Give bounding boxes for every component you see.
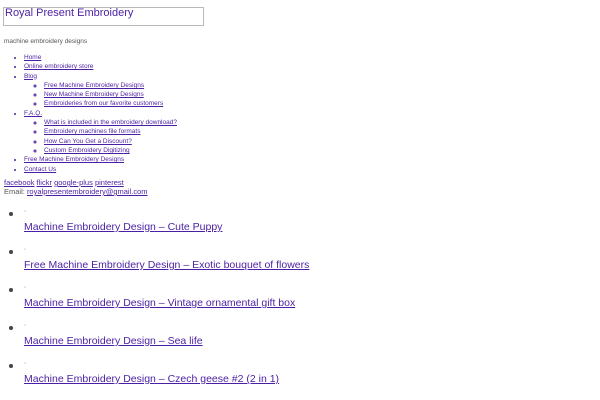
list-item: ◦ Machine Embroidery Design – Cute Puppy xyxy=(24,205,594,243)
faq-submenu: What is included in the embroidery downl… xyxy=(24,118,177,155)
submenu-item: How Can You Get a Discount? xyxy=(44,137,177,146)
post-title-link[interactable]: Machine Embroidery Design – Cute Puppy xyxy=(24,221,222,233)
post-title-link[interactable]: Machine Embroidery Design – Czech geese … xyxy=(24,373,279,385)
submenu-item: Embroideries from our favorite customers xyxy=(44,99,177,108)
nav-link-customer-embroideries[interactable]: Embroideries from our favorite customers xyxy=(44,100,163,107)
email-link[interactable]: royalpresentembroidery@gmail.com xyxy=(27,187,148,196)
contact-email-line: Email: royalpresentembroidery@gmail.com xyxy=(4,187,148,196)
nav-item-store: Online embroidery store xyxy=(24,62,177,71)
post-thumbnail-placeholder[interactable]: ◦ xyxy=(24,247,26,253)
post-title-link[interactable]: Machine Embroidery Design – Vintage orna… xyxy=(24,297,295,309)
list-item: ◦ Free Machine Embroidery Design – Exoti… xyxy=(24,243,594,281)
submenu-item: Custom Embroidery Digitizing xyxy=(44,146,177,155)
facebook-link[interactable]: facebook xyxy=(4,178,34,187)
nav-item-faq: F.A.Q. What is included in the embroider… xyxy=(24,109,177,155)
social-links: facebook flickr google-plus pinterest xyxy=(4,178,124,187)
submenu-item: Embroidery machines file formats xyxy=(44,127,177,136)
site-title-link[interactable]: Royal Present Embroidery xyxy=(5,7,133,19)
site-tagline: machine embroidery designs xyxy=(4,38,88,45)
post-title-link[interactable]: Free Machine Embroidery Design – Exotic … xyxy=(24,259,309,271)
pinterest-link[interactable]: pinterest xyxy=(95,178,124,187)
google-plus-link[interactable]: google-plus xyxy=(54,178,93,187)
submenu-item: What is included in the embroidery downl… xyxy=(44,118,177,127)
nav-item-blog: Blog Free Machine Embroidery Designs New… xyxy=(24,72,177,109)
flickr-link[interactable]: flickr xyxy=(37,178,52,187)
submenu-item: New Machine Embroidery Designs xyxy=(44,90,177,99)
nav-link-faq[interactable]: F.A.Q. xyxy=(24,110,42,117)
nav-link-new-designs[interactable]: New Machine Embroidery Designs xyxy=(44,91,144,98)
site-header-box: Royal Present Embroidery xyxy=(3,7,204,26)
post-thumbnail-placeholder[interactable]: ◦ xyxy=(24,209,26,215)
nav-link-custom-digitizing[interactable]: Custom Embroidery Digitizing xyxy=(44,147,130,154)
nav-link-file-formats[interactable]: Embroidery machines file formats xyxy=(44,128,140,135)
nav-link-discount[interactable]: How Can You Get a Discount? xyxy=(44,138,132,145)
list-item: ◦ Machine Embroidery Design – Vintage or… xyxy=(24,281,594,319)
post-title-link[interactable]: Machine Embroidery Design – Sea life xyxy=(24,335,203,347)
post-thumbnail-placeholder[interactable]: ◦ xyxy=(24,361,26,367)
main-navigation: Home Online embroidery store Blog Free M… xyxy=(0,53,177,174)
post-thumbnail-placeholder[interactable]: ◦ xyxy=(24,285,26,291)
submenu-item: Free Machine Embroidery Designs xyxy=(44,81,177,90)
list-item: ◦ Machine Embroidery Design – Sea life xyxy=(24,319,594,357)
nav-item-free-designs: Free Machine Embroidery Designs xyxy=(24,155,177,164)
list-item: ◦ Machine Embroidery Design – Czech gees… xyxy=(24,357,594,395)
nav-link-blog[interactable]: Blog xyxy=(24,73,37,80)
blog-submenu: Free Machine Embroidery Designs New Mach… xyxy=(24,81,177,109)
nav-link-free-machine-designs[interactable]: Free Machine Embroidery Designs xyxy=(24,156,124,163)
nav-link-contact[interactable]: Contact Us xyxy=(24,166,56,173)
nav-item-contact: Contact Us xyxy=(24,165,177,174)
post-list: ◦ Machine Embroidery Design – Cute Puppy… xyxy=(0,205,594,395)
nav-link-store[interactable]: Online embroidery store xyxy=(24,63,93,70)
nav-link-download-contents[interactable]: What is included in the embroidery downl… xyxy=(44,119,177,126)
email-label: Email: xyxy=(4,187,25,196)
nav-item-home: Home xyxy=(24,53,177,62)
nav-link-home[interactable]: Home xyxy=(24,54,41,61)
nav-link-free-designs[interactable]: Free Machine Embroidery Designs xyxy=(44,82,144,89)
post-thumbnail-placeholder[interactable]: ◦ xyxy=(24,323,26,329)
